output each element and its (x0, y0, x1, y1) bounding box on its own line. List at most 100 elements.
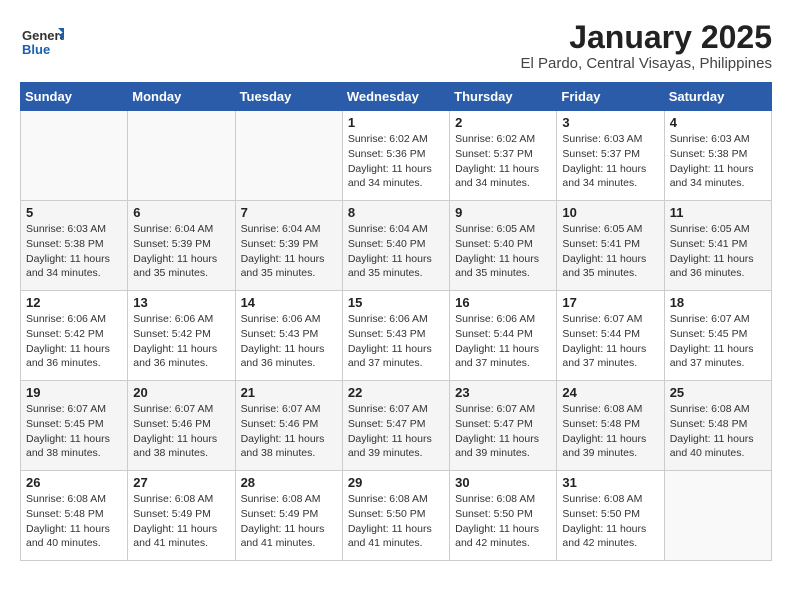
day-number: 21 (241, 385, 337, 400)
day-number: 29 (348, 475, 444, 490)
calendar-cell: 5Sunrise: 6:03 AMSunset: 5:38 PMDaylight… (21, 201, 128, 291)
day-info: Sunrise: 6:06 AMSunset: 5:42 PMDaylight:… (26, 312, 122, 371)
day-number: 16 (455, 295, 551, 310)
calendar-week-row: 5Sunrise: 6:03 AMSunset: 5:38 PMDaylight… (21, 201, 772, 291)
day-number: 26 (26, 475, 122, 490)
day-info: Sunrise: 6:08 AMSunset: 5:49 PMDaylight:… (133, 492, 229, 551)
col-friday: Friday (557, 83, 664, 111)
col-monday: Monday (128, 83, 235, 111)
logo-icon: General Blue (20, 20, 64, 64)
calendar-cell (235, 111, 342, 201)
header-row: Sunday Monday Tuesday Wednesday Thursday… (21, 83, 772, 111)
day-info: Sunrise: 6:03 AMSunset: 5:38 PMDaylight:… (670, 132, 766, 191)
day-info: Sunrise: 6:08 AMSunset: 5:48 PMDaylight:… (670, 402, 766, 461)
day-number: 5 (26, 205, 122, 220)
day-info: Sunrise: 6:08 AMSunset: 5:50 PMDaylight:… (455, 492, 551, 551)
day-number: 31 (562, 475, 658, 490)
col-sunday: Sunday (21, 83, 128, 111)
svg-text:Blue: Blue (22, 42, 50, 57)
day-info: Sunrise: 6:05 AMSunset: 5:41 PMDaylight:… (670, 222, 766, 281)
calendar-cell: 29 Sunrise: 6:08 AMSunset: 5:50 PMDayligh… (342, 471, 449, 561)
day-number: 27 (133, 475, 229, 490)
day-info: Sunrise: 6:06 AMSunset: 5:43 PMDaylight:… (241, 312, 337, 371)
calendar-cell: 6Sunrise: 6:04 AMSunset: 5:39 PMDaylight… (128, 201, 235, 291)
calendar-cell: 1Sunrise: 6:02 AMSunset: 5:36 PMDaylight… (342, 111, 449, 201)
day-number: 17 (562, 295, 658, 310)
day-number: 20 (133, 385, 229, 400)
day-number: 19 (26, 385, 122, 400)
calendar-cell: 8 Sunrise: 6:04 AMSunset: 5:40 PMDaylight… (342, 201, 449, 291)
day-number: 14 (241, 295, 337, 310)
day-number: 4 (670, 115, 766, 130)
calendar-cell (128, 111, 235, 201)
calendar-cell: 11 Sunrise: 6:05 AMSunset: 5:41 PMDayligh… (664, 201, 771, 291)
calendar-cell (21, 111, 128, 201)
calendar-week-row: 12 Sunrise: 6:06 AMSunset: 5:42 PMDayligh… (21, 291, 772, 381)
calendar-cell: 4 Sunrise: 6:03 AMSunset: 5:38 PMDaylight… (664, 111, 771, 201)
calendar-cell: 18 Sunrise: 6:07 AMSunset: 5:45 PMDayligh… (664, 291, 771, 381)
calendar-cell: 15 Sunrise: 6:06 AMSunset: 5:43 PMDayligh… (342, 291, 449, 381)
day-number: 25 (670, 385, 766, 400)
calendar-cell: 30 Sunrise: 6:08 AMSunset: 5:50 PMDayligh… (450, 471, 557, 561)
day-number: 15 (348, 295, 444, 310)
col-wednesday: Wednesday (342, 83, 449, 111)
day-number: 11 (670, 205, 766, 220)
calendar-cell: 23 Sunrise: 6:07 AMSunset: 5:47 PMDayligh… (450, 381, 557, 471)
calendar-cell: 13Sunrise: 6:06 AMSunset: 5:42 PMDayligh… (128, 291, 235, 381)
calendar-body: 1Sunrise: 6:02 AMSunset: 5:36 PMDaylight… (21, 111, 772, 561)
day-info: Sunrise: 6:08 AMSunset: 5:48 PMDaylight:… (562, 402, 658, 461)
calendar-cell: 16 Sunrise: 6:06 AMSunset: 5:44 PMDayligh… (450, 291, 557, 381)
day-info: Sunrise: 6:08 AMSunset: 5:50 PMDaylight:… (348, 492, 444, 551)
day-number: 6 (133, 205, 229, 220)
calendar-cell: 21 Sunrise: 6:07 AMSunset: 5:46 PMDayligh… (235, 381, 342, 471)
day-info: Sunrise: 6:02 AMSunset: 5:36 PMDaylight:… (348, 132, 444, 191)
day-info: Sunrise: 6:02 AMSunset: 5:37 PMDaylight:… (455, 132, 551, 191)
day-number: 28 (241, 475, 337, 490)
day-number: 7 (241, 205, 337, 220)
day-info: Sunrise: 6:05 AMSunset: 5:40 PMDaylight:… (455, 222, 551, 281)
day-number: 9 (455, 205, 551, 220)
day-info: Sunrise: 6:07 AMSunset: 5:45 PMDaylight:… (670, 312, 766, 371)
day-number: 13 (133, 295, 229, 310)
day-info: Sunrise: 6:08 AMSunset: 5:49 PMDaylight:… (241, 492, 337, 551)
calendar-cell (664, 471, 771, 561)
day-info: Sunrise: 6:07 AMSunset: 5:44 PMDaylight:… (562, 312, 658, 371)
calendar-cell: 31 Sunrise: 6:08 AMSunset: 5:50 PMDayligh… (557, 471, 664, 561)
day-info: Sunrise: 6:08 AMSunset: 5:48 PMDaylight:… (26, 492, 122, 551)
calendar-cell: 20Sunrise: 6:07 AMSunset: 5:46 PMDayligh… (128, 381, 235, 471)
day-info: Sunrise: 6:04 AMSunset: 5:39 PMDaylight:… (241, 222, 337, 281)
calendar-cell: 19Sunrise: 6:07 AMSunset: 5:45 PMDayligh… (21, 381, 128, 471)
calendar-cell: 12 Sunrise: 6:06 AMSunset: 5:42 PMDayligh… (21, 291, 128, 381)
day-number: 10 (562, 205, 658, 220)
day-number: 23 (455, 385, 551, 400)
title-block: January 2025 El Pardo, Central Visayas, … (520, 20, 772, 72)
calendar-table: Sunday Monday Tuesday Wednesday Thursday… (20, 82, 772, 561)
day-number: 3 (562, 115, 658, 130)
day-info: Sunrise: 6:06 AMSunset: 5:43 PMDaylight:… (348, 312, 444, 371)
day-number: 8 (348, 205, 444, 220)
calendar-cell: 22Sunrise: 6:07 AMSunset: 5:47 PMDayligh… (342, 381, 449, 471)
calendar-week-row: 1Sunrise: 6:02 AMSunset: 5:36 PMDaylight… (21, 111, 772, 201)
day-info: Sunrise: 6:04 AMSunset: 5:40 PMDaylight:… (348, 222, 444, 281)
day-info: Sunrise: 6:07 AMSunset: 5:46 PMDaylight:… (241, 402, 337, 461)
day-number: 30 (455, 475, 551, 490)
svg-text:General: General (22, 28, 64, 43)
day-info: Sunrise: 6:06 AMSunset: 5:44 PMDaylight:… (455, 312, 551, 371)
day-info: Sunrise: 6:07 AMSunset: 5:47 PMDaylight:… (348, 402, 444, 461)
day-info: Sunrise: 6:05 AMSunset: 5:41 PMDaylight:… (562, 222, 658, 281)
col-tuesday: Tuesday (235, 83, 342, 111)
calendar-subtitle: El Pardo, Central Visayas, Philippines (520, 55, 772, 72)
col-saturday: Saturday (664, 83, 771, 111)
calendar-cell: 28 Sunrise: 6:08 AMSunset: 5:49 PMDayligh… (235, 471, 342, 561)
day-info: Sunrise: 6:07 AMSunset: 5:47 PMDaylight:… (455, 402, 551, 461)
calendar-cell: 26 Sunrise: 6:08 AMSunset: 5:48 PMDayligh… (21, 471, 128, 561)
day-number: 12 (26, 295, 122, 310)
calendar-header: Sunday Monday Tuesday Wednesday Thursday… (21, 83, 772, 111)
calendar-cell: 10 Sunrise: 6:05 AMSunset: 5:41 PMDayligh… (557, 201, 664, 291)
day-info: Sunrise: 6:08 AMSunset: 5:50 PMDaylight:… (562, 492, 658, 551)
day-number: 18 (670, 295, 766, 310)
page: General Blue January 2025 El Pardo, Cent… (0, 0, 792, 571)
calendar-cell: 9 Sunrise: 6:05 AMSunset: 5:40 PMDaylight… (450, 201, 557, 291)
calendar-cell: 25 Sunrise: 6:08 AMSunset: 5:48 PMDayligh… (664, 381, 771, 471)
calendar-cell: 3Sunrise: 6:03 AMSunset: 5:37 PMDaylight… (557, 111, 664, 201)
